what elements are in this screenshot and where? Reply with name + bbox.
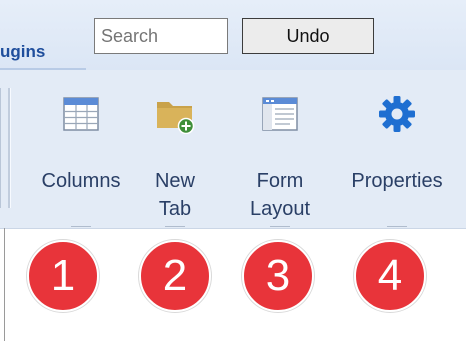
form-layout-icon bbox=[262, 97, 298, 131]
undo-button[interactable]: Undo bbox=[242, 18, 374, 54]
properties-button[interactable]: Properties bbox=[342, 88, 452, 228]
new-tab-button[interactable]: New Tab bbox=[120, 88, 230, 228]
table-grid-icon bbox=[63, 97, 99, 131]
gear-icon bbox=[379, 96, 415, 132]
callout-badge-4: 4 bbox=[354, 240, 426, 312]
folder-add-icon bbox=[157, 102, 195, 134]
callout-badge-3: 3 bbox=[242, 240, 314, 312]
properties-label: Properties bbox=[351, 170, 443, 192]
button-tick bbox=[165, 226, 185, 227]
callout-badge-2: 2 bbox=[139, 240, 211, 312]
form-layout-button[interactable]: Form Layout bbox=[225, 88, 335, 228]
ribbon-separator bbox=[8, 88, 11, 208]
search-input[interactable] bbox=[94, 18, 228, 54]
callout-badge-1: 1 bbox=[27, 240, 99, 312]
left-border bbox=[4, 228, 5, 341]
ribbon-edge bbox=[0, 88, 1, 208]
new-tab-label: New Tab bbox=[154, 170, 195, 220]
form-layout-label: Form Layout bbox=[249, 170, 311, 220]
button-tick bbox=[71, 226, 91, 227]
top-strip bbox=[0, 0, 466, 70]
button-tick bbox=[387, 226, 407, 227]
tab-plugins[interactable]: ugins bbox=[0, 42, 45, 66]
button-tick bbox=[270, 226, 290, 227]
